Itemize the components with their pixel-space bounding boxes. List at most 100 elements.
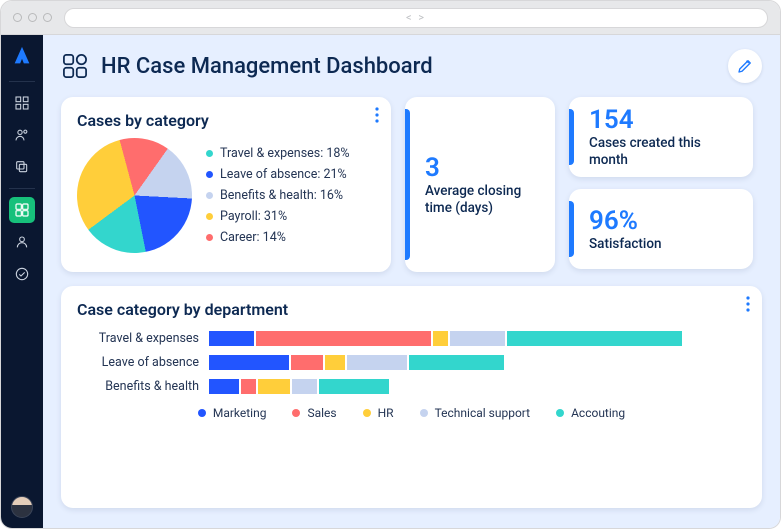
legend-item: Benefits & health: 16% (206, 188, 350, 203)
browser-window: < > (0, 0, 781, 529)
sidebar-footer (11, 496, 33, 518)
bar-segment-sales (241, 379, 256, 394)
browser-chrome: < > (1, 1, 780, 35)
bar-segment-hr (325, 355, 345, 370)
legend-item: Technical support (420, 406, 531, 420)
sidebar-item-grid[interactable] (9, 90, 35, 116)
legend-item: Travel & expenses: 18% (206, 146, 350, 161)
metric-value: 154 (589, 105, 737, 135)
metric-label: Cases created this month (589, 135, 737, 169)
metric-label: Average closing time (days) (425, 183, 539, 217)
top-cards-row: Cases by category Travel & expenses: 18%… (61, 97, 762, 272)
kebab-icon (746, 296, 750, 312)
sidebar-item-profile[interactable] (9, 229, 35, 255)
main-content: HR Case Management Dashboard Cases by ca… (43, 35, 780, 528)
url-bar[interactable]: < > (64, 8, 768, 28)
page-title: HR Case Management Dashboard (101, 54, 433, 79)
copy-icon (14, 159, 30, 175)
bar-track (209, 331, 746, 346)
kebab-icon (375, 107, 379, 123)
window-min-dot[interactable] (28, 13, 37, 22)
legend-label: Career: 14% (220, 230, 286, 245)
window-max-dot[interactable] (43, 13, 52, 22)
bar-row: Travel & expenses (81, 331, 746, 346)
bar-label: Travel & expenses (81, 331, 199, 346)
card-menu-button[interactable] (746, 296, 750, 312)
page-header: HR Case Management Dashboard (61, 49, 762, 83)
legend-swatch (206, 234, 213, 241)
app-logo-icon (11, 45, 33, 67)
dept-legend: MarketingSalesHRTechnical supportAccouti… (77, 406, 746, 420)
legend-item: Marketing (198, 406, 267, 420)
bar-segment-hr (433, 331, 448, 346)
bar-segment-tech (347, 355, 407, 370)
window-controls (13, 13, 52, 22)
cases-by-category-card: Cases by category Travel & expenses: 18%… (61, 97, 391, 272)
bar-segment-marketing (209, 355, 289, 370)
legend-swatch (292, 409, 300, 417)
legend-item: Leave of absence: 21% (206, 167, 350, 182)
edit-button[interactable] (728, 49, 762, 83)
legend-item: Career: 14% (206, 230, 350, 245)
sidebar-separator (9, 188, 35, 189)
dept-chart-body: Travel & expenses Leave of absence Benefit… (77, 331, 746, 394)
bar-row: Leave of absence (81, 355, 746, 370)
code-icon: < > (406, 11, 426, 24)
bar-segment-marketing (209, 379, 239, 394)
check-circle-icon (14, 266, 30, 282)
bar-track (209, 379, 746, 394)
metric-value: 96% (589, 206, 737, 236)
user-icon (14, 234, 30, 250)
bar-segment-sales (256, 331, 431, 346)
bar-segment-sales (291, 355, 323, 370)
sidebar-item-dashboard[interactable] (9, 197, 35, 223)
metric-value: 3 (425, 153, 539, 183)
pie-legend: Travel & expenses: 18% Leave of absence: … (206, 146, 350, 245)
legend-label: Accouting (571, 406, 625, 420)
sidebar-item-check[interactable] (9, 261, 35, 287)
bar-segment-tech (450, 331, 505, 346)
pie-body: Travel & expenses: 18% Leave of absence: … (77, 138, 375, 253)
app-body: HR Case Management Dashboard Cases by ca… (1, 35, 780, 528)
bar-segment-tech (292, 379, 317, 394)
legend-swatch (198, 409, 206, 417)
card-accent (405, 109, 410, 260)
legend-swatch (206, 171, 213, 178)
legend-label: Technical support (435, 406, 531, 420)
legend-item: Accouting (556, 406, 625, 420)
legend-item: Payroll: 31% (206, 209, 350, 224)
bar-label: Leave of absence (81, 355, 199, 370)
legend-label: Marketing (213, 406, 267, 420)
users-icon (14, 127, 30, 143)
avatar[interactable] (11, 496, 33, 518)
window-close-dot[interactable] (13, 13, 22, 22)
legend-swatch (363, 409, 371, 417)
sidebar (1, 35, 43, 528)
legend-label: Travel & expenses: 18% (220, 146, 350, 161)
legend-item: Sales (292, 406, 336, 420)
legend-label: Benefits & health: 16% (220, 188, 343, 203)
dashboard-icon (14, 202, 30, 218)
metric-label: Satisfaction (589, 236, 737, 253)
bar-segment-acct (319, 379, 389, 394)
bar-row: Benefits & health (81, 379, 746, 394)
legend-label: Leave of absence: 21% (220, 167, 347, 182)
sidebar-item-copy[interactable] (9, 154, 35, 180)
bar-label: Benefits & health (81, 379, 199, 394)
card-title: Case category by department (77, 300, 746, 319)
grid-icon (14, 95, 30, 111)
avg-closing-card: 3 Average closing time (days) (405, 97, 555, 272)
sidebar-item-users[interactable] (9, 122, 35, 148)
cases-created-card: 154 Cases created this month (569, 97, 753, 177)
bar-segment-acct (409, 355, 504, 370)
pencil-icon (736, 57, 754, 75)
card-menu-button[interactable] (375, 107, 379, 123)
pie-chart (64, 125, 205, 266)
dept-chart-card: Case category by department Travel & exp… (61, 286, 762, 508)
card-title: Cases by category (77, 111, 375, 130)
bar-track (209, 355, 746, 370)
legend-swatch (420, 409, 428, 417)
legend-swatch (206, 213, 213, 220)
sidebar-separator (9, 81, 35, 82)
dashboard-title-icon (61, 52, 89, 80)
